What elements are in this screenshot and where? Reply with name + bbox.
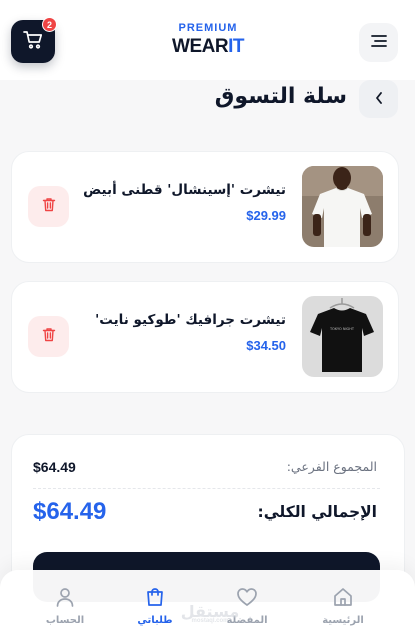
svg-text:TOKYO NIGHT: TOKYO NIGHT bbox=[329, 327, 355, 331]
brand-tagline: PREMIUM bbox=[178, 22, 238, 34]
user-icon bbox=[25, 584, 105, 610]
subtotal-value: $64.49 bbox=[33, 459, 76, 475]
watermark: مستقل mostaql.com bbox=[180, 602, 240, 624]
cart-item: تيشرت 'إسينشال' قطنى أبيض $29.99 bbox=[11, 151, 399, 263]
product-image-black-tshirt[interactable]: TOKYO NIGHT bbox=[302, 296, 383, 377]
menu-icon bbox=[370, 33, 388, 52]
summary-divider bbox=[33, 488, 380, 489]
nav-label: الحساب bbox=[45, 615, 85, 626]
brand-name: WEARIT bbox=[172, 36, 244, 57]
trash-icon bbox=[42, 197, 56, 216]
chevron-left-icon bbox=[374, 90, 384, 109]
item-name: تيشرت جرافيك 'طوكيو نايت' bbox=[95, 312, 286, 328]
menu-button[interactable] bbox=[359, 23, 398, 62]
cart-count-badge: 2 bbox=[42, 17, 57, 32]
brand-logo[interactable]: PREMIUM WEARIT bbox=[158, 22, 258, 58]
delete-item-button[interactable] bbox=[28, 186, 69, 227]
total-label: الإجمالي الكلي: bbox=[257, 503, 378, 521]
trash-icon bbox=[42, 327, 56, 346]
page-title-row: سلة التسوق bbox=[0, 80, 415, 120]
subtotal-label: المجموع الفرعي: bbox=[286, 459, 377, 474]
total-value: $64.49 bbox=[33, 498, 107, 525]
item-price: $34.50 bbox=[246, 338, 286, 353]
delete-item-button[interactable] bbox=[28, 316, 69, 357]
page-title: سلة التسوق bbox=[214, 84, 347, 109]
item-price: $29.99 bbox=[246, 208, 286, 223]
product-image-white-tshirt[interactable] bbox=[302, 166, 383, 247]
item-name: تيشرت 'إسينشال' قطنى أبيض bbox=[83, 182, 286, 198]
nav-item-home[interactable]: الرئيسية bbox=[303, 584, 383, 626]
cart-item: TOKYO NIGHT تيشرت جرافيك 'طوكيو نايت' $3… bbox=[11, 281, 399, 393]
nav-item-account[interactable]: الحساب bbox=[25, 584, 105, 626]
back-button[interactable] bbox=[359, 80, 398, 118]
home-icon bbox=[303, 584, 383, 610]
app-header: 2 PREMIUM WEARIT bbox=[0, 0, 415, 80]
cart-icon bbox=[23, 30, 43, 53]
nav-label: الرئيسية bbox=[322, 615, 364, 626]
